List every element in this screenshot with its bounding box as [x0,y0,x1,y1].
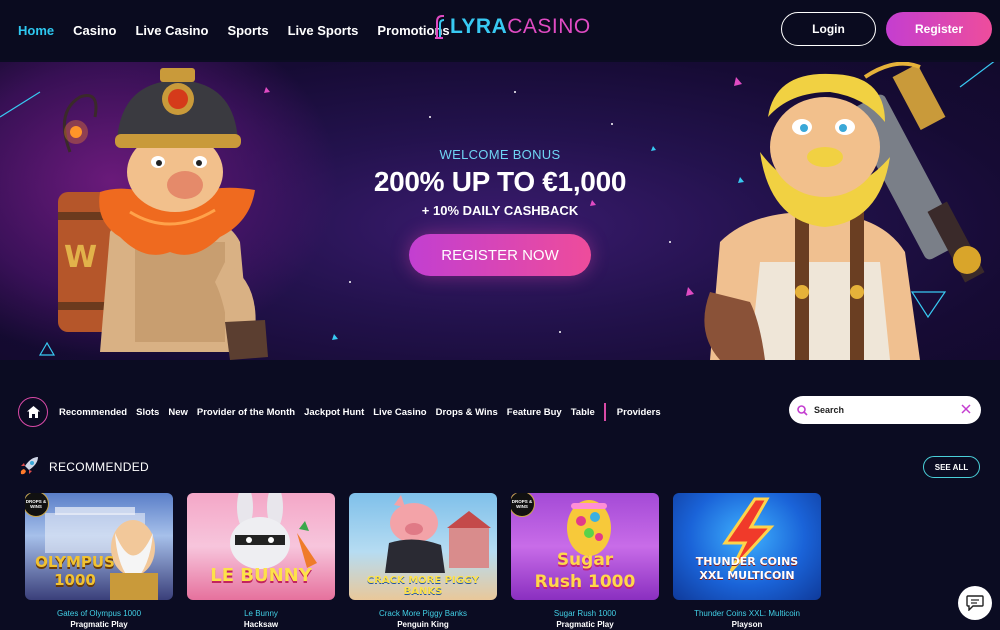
warrior-character-illustration [704,62,985,360]
game-thumbnail[interactable]: CRACK MORE PIGGY BANKS [349,493,497,600]
game-search [789,396,981,424]
hero-headline: 200% UP TO €1,000 [373,166,627,197]
home-filter-button[interactable] [18,397,48,427]
game-title[interactable]: Gates of Olympus 1000 [25,609,173,618]
register-button[interactable]: Register [886,12,992,46]
filter-provider-of-the-month[interactable]: Provider of the Month [197,407,295,418]
filter-table[interactable]: Table [571,407,595,418]
recommended-heading: RECOMMENDED [49,460,149,474]
game-title[interactable]: Le Bunny [187,609,335,618]
recommended-games-row: OLYMPUS 1000 DROPS & WINS Gates of Olymp… [25,493,821,629]
game-thumbnail[interactable]: THUNDER COINS XXL MULTICOIN [673,493,821,600]
filter-slots[interactable]: Slots [136,407,159,418]
lightning-bolt-illustration [722,497,775,573]
game-title[interactable]: Sugar Rush 1000 [511,609,659,618]
rocket-icon [20,457,38,475]
game-thumb-title: CRACK MORE PIGGY BANKS [366,575,480,597]
filter-feature-buy[interactable]: Feature Buy [507,407,562,418]
game-thumb-title: THUNDER COINS XXL MULTICOIN [695,555,799,582]
filter-live-casino[interactable]: Live Casino [373,407,426,418]
game-provider: Hacksaw [243,620,279,629]
game-card[interactable]: CRACK MORE PIGGY BANKS Crack More Piggy … [349,493,497,629]
filter-providers[interactable]: Providers [617,407,661,418]
lyre-icon [435,15,445,39]
filter-recommended[interactable]: Recommended [59,407,127,418]
filter-new[interactable]: New [168,407,188,418]
live-chat-button[interactable] [958,586,992,620]
game-title[interactable]: Crack More Piggy Banks [349,609,497,618]
game-provider: Pragmatic Play [70,620,128,629]
game-thumbnail[interactable]: OLYMPUS 1000 DROPS & WINS [25,493,173,600]
game-thumb-title: LE BUNNY [210,565,312,586]
logo-casino: CASINO [507,15,591,38]
hero-subline: + 10% DAILY CASHBACK [421,203,579,218]
hero-banner[interactable]: W WELCOME BONUS 200% UP TO €1,000 + 10% … [0,62,1000,360]
game-thumb-title: OLYMPUS 1000 [35,553,115,589]
game-card[interactable]: Sugar Rush 1000 DROPS & WINS Sugar Rush … [511,493,659,629]
filter-divider [603,403,606,421]
game-card[interactable]: THUNDER COINS XXL MULTICOIN Thunder Coin… [673,493,821,629]
game-thumbnail[interactable]: Sugar Rush 1000 DROPS & WINS [511,493,659,600]
svg-text:W: W [64,240,97,275]
game-provider: Playson [731,620,763,629]
category-filter-bar: Recommended Slots New Provider of the Mo… [18,396,670,428]
game-thumb-title: Sugar Rush 1000 [534,550,636,592]
login-button[interactable]: Login [781,12,876,46]
miner-character-illustration: W [58,68,268,360]
top-header: Home Casino Live Casino Sports Live Spor… [0,0,1000,60]
chat-icon [966,595,984,611]
search-input[interactable] [814,405,954,415]
register-now-button[interactable]: REGISTER NOW [409,234,591,276]
home-icon [26,406,40,418]
search-icon [797,404,808,416]
hero-eyebrow: WELCOME BONUS [439,147,561,162]
filter-drops-wins[interactable]: Drops & Wins [436,407,498,418]
filter-jackpot-hunt[interactable]: Jackpot Hunt [304,407,364,418]
nav-home[interactable]: Home [18,23,54,38]
game-title[interactable]: Thunder Coins XXL: Multicoin [673,609,821,618]
nav-live-sports[interactable]: Live Sports [288,23,359,38]
site-logo[interactable]: LYRACASINO [434,12,591,42]
nav-live-casino[interactable]: Live Casino [135,23,208,38]
nav-sports[interactable]: Sports [227,23,268,38]
clear-search-icon[interactable] [960,403,972,415]
game-card[interactable]: LE BUNNY Le Bunny Hacksaw [187,493,335,629]
nav-casino[interactable]: Casino [73,23,116,38]
logo-lyra: LYRA [450,15,508,38]
game-thumbnail[interactable]: LE BUNNY [187,493,335,600]
game-provider: Penguin King [397,620,449,629]
game-card[interactable]: OLYMPUS 1000 DROPS & WINS Gates of Olymp… [25,493,173,629]
game-provider: Pragmatic Play [556,620,614,629]
see-all-button[interactable]: SEE ALL [923,456,980,478]
main-nav: Home Casino Live Casino Sports Live Spor… [0,23,450,38]
